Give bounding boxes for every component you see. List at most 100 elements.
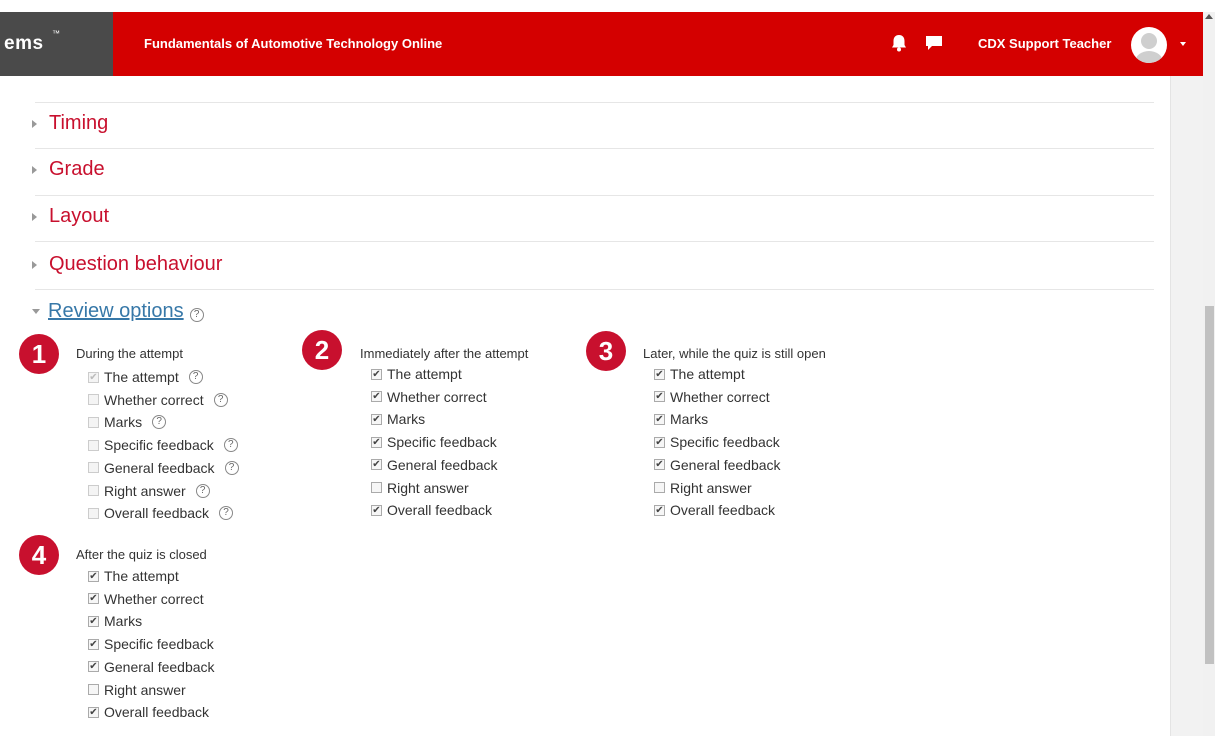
scroll-up-icon[interactable] — [1205, 14, 1213, 19]
group-title: Immediately after the attempt — [360, 346, 529, 361]
option-label: Overall feedback — [387, 502, 493, 519]
review-option-marks[interactable]: ✔ Marks — [654, 410, 708, 428]
section-label[interactable]: Grade — [49, 158, 105, 181]
help-icon[interactable]: ? — [219, 506, 234, 521]
option-label: Specific feedback — [387, 434, 497, 451]
review-option-specific-feedback[interactable]: ✔ Specific feedback — [88, 635, 214, 653]
option-label: Overall feedback — [670, 502, 776, 519]
checkbox[interactable]: ✔ — [371, 391, 382, 403]
review-option-specific-feedback[interactable]: ✔ Specific feedback — [371, 433, 497, 451]
section-label[interactable]: Layout — [49, 205, 109, 228]
review-option-the-attempt[interactable]: ✔ The attempt — [654, 365, 745, 383]
checkbox[interactable]: ✔ — [88, 706, 99, 718]
expand-arrow-icon — [32, 260, 37, 269]
option-label: Marks — [104, 414, 143, 431]
checkbox[interactable] — [88, 684, 99, 695]
review-option-right-answer[interactable]: Right answer — [654, 479, 752, 497]
section-label[interactable]: Question behaviour — [49, 253, 222, 276]
checkbox[interactable]: ✔ — [88, 570, 99, 582]
option-label: General feedback — [387, 456, 498, 473]
option-label: General feedback — [104, 658, 215, 675]
review-option-whether-correct[interactable]: ✔ Whether correct — [371, 388, 487, 406]
option-label: Overall feedback — [104, 505, 210, 522]
checkbox[interactable]: ✔ — [654, 391, 665, 403]
help-icon[interactable]: ? — [188, 370, 203, 384]
checkbox[interactable]: ✔ — [371, 368, 382, 380]
section-label[interactable]: Timing — [49, 112, 108, 135]
chat-icon[interactable] — [924, 32, 944, 54]
review-option-whether-correct[interactable]: ✔ Whether correct — [88, 590, 204, 608]
brand-logo[interactable]: ems ™ — [0, 12, 113, 76]
review-option-general-feedback[interactable]: ✔ General feedback — [88, 658, 215, 676]
review-option-specific-feedback[interactable]: ✔ Specific feedback — [654, 433, 780, 451]
review-option-general-feedback[interactable]: ✔ General feedback — [371, 456, 498, 474]
chevron-down-icon[interactable] — [1180, 42, 1186, 46]
avatar[interactable] — [1131, 27, 1167, 63]
section-review-options[interactable]: Review options ? — [32, 300, 204, 323]
review-option-marks[interactable]: ✔ Marks — [88, 612, 142, 630]
step-badge-3: 3 — [586, 331, 626, 371]
checkbox[interactable]: ✔ — [654, 368, 665, 380]
checkbox[interactable]: ✔ — [371, 459, 382, 471]
section-label[interactable]: Review options — [48, 300, 184, 323]
help-icon[interactable]: ? — [224, 460, 239, 475]
review-option-overall-feedback[interactable]: ✔ Overall feedback — [88, 703, 209, 721]
expand-arrow-icon — [32, 119, 37, 128]
review-option-right-answer: Right answer? — [88, 482, 210, 500]
section-timing[interactable]: Timing — [32, 112, 108, 135]
section-divider — [35, 148, 1154, 149]
section-grade[interactable]: Grade — [32, 158, 105, 181]
option-label: Right answer — [670, 479, 752, 496]
help-icon[interactable]: ? — [213, 392, 228, 407]
user-name[interactable]: CDX Support Teacher — [978, 36, 1111, 51]
section-question-behaviour[interactable]: Question behaviour — [32, 253, 222, 276]
bell-icon[interactable] — [889, 32, 909, 54]
review-option-right-answer[interactable]: Right answer — [371, 479, 469, 497]
scrollbar-thumb[interactable] — [1205, 306, 1214, 664]
option-label: Specific feedback — [670, 434, 780, 451]
step-badge-2: 2 — [302, 330, 342, 370]
checkbox[interactable]: ✔ — [88, 615, 99, 627]
help-icon[interactable]: ? — [223, 438, 238, 453]
review-option-the-attempt[interactable]: ✔ The attempt — [88, 567, 179, 585]
checkbox[interactable]: ✔ — [88, 638, 99, 650]
checkbox[interactable]: ✔ — [88, 593, 99, 605]
checkbox[interactable]: ✔ — [654, 459, 665, 471]
review-option-specific-feedback: Specific feedback? — [88, 436, 238, 454]
review-option-whether-correct: Whether correct? — [88, 391, 228, 409]
review-option-general-feedback: General feedback? — [88, 459, 239, 477]
review-option-overall-feedback[interactable]: ✔ Overall feedback — [654, 501, 775, 519]
review-option-marks[interactable]: ✔ Marks — [371, 410, 425, 428]
checkbox[interactable]: ✔ — [88, 661, 99, 673]
section-layout[interactable]: Layout — [32, 205, 109, 228]
review-option-overall-feedback[interactable]: ✔ Overall feedback — [371, 501, 492, 519]
checkbox[interactable]: ✔ — [654, 413, 665, 425]
section-divider — [35, 289, 1154, 290]
checkbox: ✔ — [88, 371, 99, 383]
option-label: Marks — [104, 613, 143, 630]
checkbox[interactable] — [654, 482, 665, 493]
course-title[interactable]: Fundamentals of Automotive Technology On… — [144, 36, 442, 51]
section-divider — [35, 195, 1154, 196]
option-label: Specific feedback — [104, 636, 214, 653]
checkbox[interactable]: ✔ — [371, 504, 382, 516]
review-option-the-attempt[interactable]: ✔ The attempt — [371, 365, 462, 383]
option-label: Specific feedback — [104, 437, 214, 454]
option-label: Whether correct — [104, 590, 204, 607]
checkbox[interactable]: ✔ — [654, 504, 665, 516]
review-option-right-answer[interactable]: Right answer — [88, 681, 186, 699]
help-icon[interactable]: ? — [195, 483, 210, 498]
option-label: The attempt — [104, 369, 179, 385]
checkbox[interactable]: ✔ — [654, 436, 665, 448]
help-icon[interactable]: ? — [152, 415, 167, 430]
review-option-whether-correct[interactable]: ✔ Whether correct — [654, 388, 770, 406]
help-icon[interactable]: ? — [189, 307, 204, 322]
option-label: General feedback — [670, 456, 781, 473]
option-label: Right answer — [104, 681, 186, 698]
option-label: The attempt — [104, 568, 179, 584]
checkbox[interactable]: ✔ — [371, 413, 382, 425]
checkbox[interactable] — [371, 482, 382, 493]
checkbox[interactable]: ✔ — [371, 436, 382, 448]
review-option-general-feedback[interactable]: ✔ General feedback — [654, 456, 781, 474]
expand-arrow-icon — [32, 165, 37, 174]
